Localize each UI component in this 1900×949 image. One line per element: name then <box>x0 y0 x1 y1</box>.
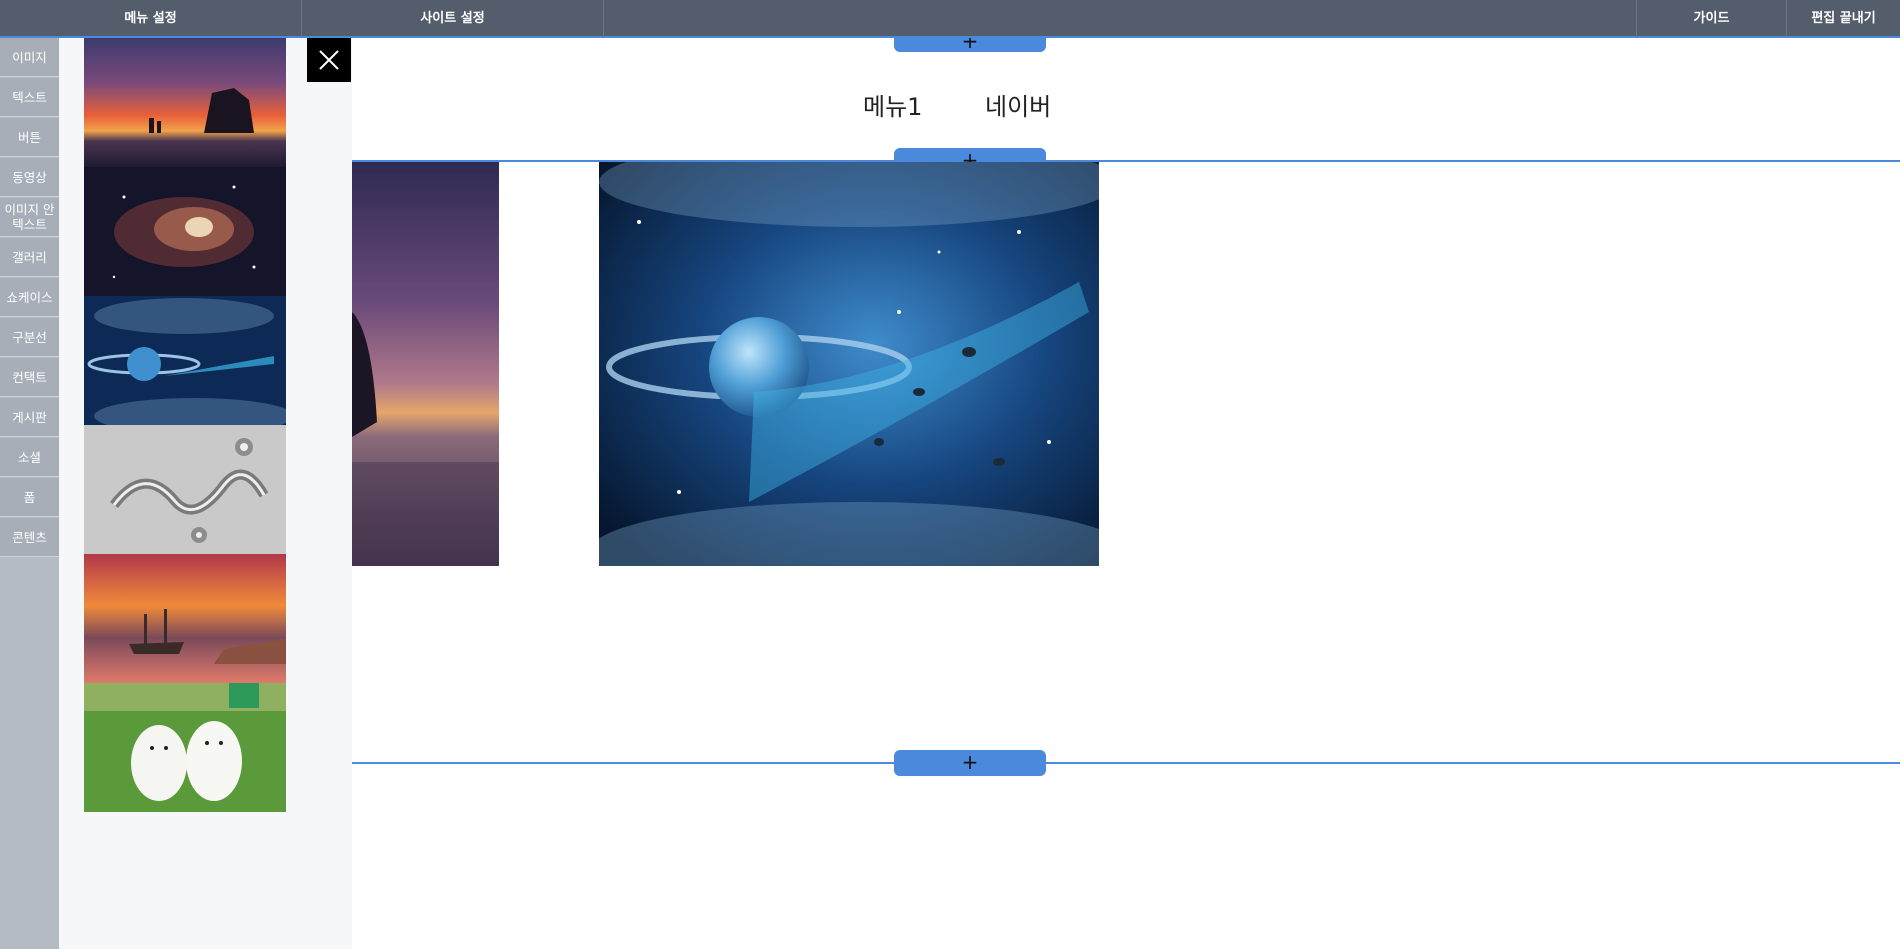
sidebar-item-content[interactable]: 콘텐츠 <box>0 518 59 557</box>
menu-settings-button[interactable]: 메뉴 설정 <box>0 0 302 38</box>
sidebar-item-text-in-image[interactable]: 이미지 안 텍스트 <box>0 198 59 237</box>
sidebar-item-text[interactable]: 텍스트 <box>0 78 59 117</box>
nav-menu-item-naver[interactable]: 네이버 <box>985 87 1051 122</box>
sidebar-item-video[interactable]: 동영상 <box>0 158 59 197</box>
sidebar-item-divider[interactable]: 구분선 <box>0 318 59 357</box>
thumbnail-white-puppies[interactable] <box>84 683 286 812</box>
add-section-button-bottom[interactable]: + <box>894 750 1046 776</box>
image-library-panel <box>59 38 352 949</box>
top-toolbar: 메뉴 설정 사이트 설정 가이드 편집 끝내기 <box>0 0 1900 38</box>
thumbnail-shipwreck-sunset[interactable] <box>84 554 286 683</box>
guide-button[interactable]: 가이드 <box>1636 0 1787 38</box>
sidebar-item-gallery[interactable]: 갤러리 <box>0 238 59 277</box>
editor-canvas: + 메뉴1 네이버 + + <box>352 38 1900 949</box>
close-panel-button[interactable] <box>307 38 351 82</box>
close-icon <box>319 50 339 70</box>
thumbnail-sunset-sea-stack[interactable] <box>84 38 286 167</box>
content-image-saturn[interactable] <box>599 162 1099 566</box>
thumbnail-metallic-calligraphy[interactable] <box>84 425 286 554</box>
sidebar-item-button[interactable]: 버튼 <box>0 118 59 157</box>
add-section-button-top[interactable]: + <box>894 38 1046 52</box>
content-image-sunset[interactable] <box>352 162 499 566</box>
sidebar-item-social[interactable]: 소셜 <box>0 438 59 477</box>
sidebar-item-image[interactable]: 이미지 <box>0 38 59 77</box>
section-divider-2 <box>352 762 1900 764</box>
nav-menu-item-1[interactable]: 메뉴1 <box>863 87 922 122</box>
widget-sidebar: 이미지 텍스트 버튼 동영상 이미지 안 텍스트 갤러리 쇼케이스 구분선 컨택… <box>0 38 59 949</box>
end-edit-button[interactable]: 편집 끝내기 <box>1787 0 1900 38</box>
sidebar-item-showcase[interactable]: 쇼케이스 <box>0 278 59 317</box>
sidebar-item-form[interactable]: 폼 <box>0 478 59 517</box>
section-divider-1 <box>352 160 1900 162</box>
site-settings-button[interactable]: 사이트 설정 <box>302 0 604 38</box>
sidebar-item-board[interactable]: 게시판 <box>0 398 59 437</box>
sidebar-item-contact[interactable]: 컨택트 <box>0 358 59 397</box>
thumbnail-orion-nebula[interactable] <box>84 167 286 296</box>
thumbnail-saturn-space[interactable] <box>84 296 286 425</box>
